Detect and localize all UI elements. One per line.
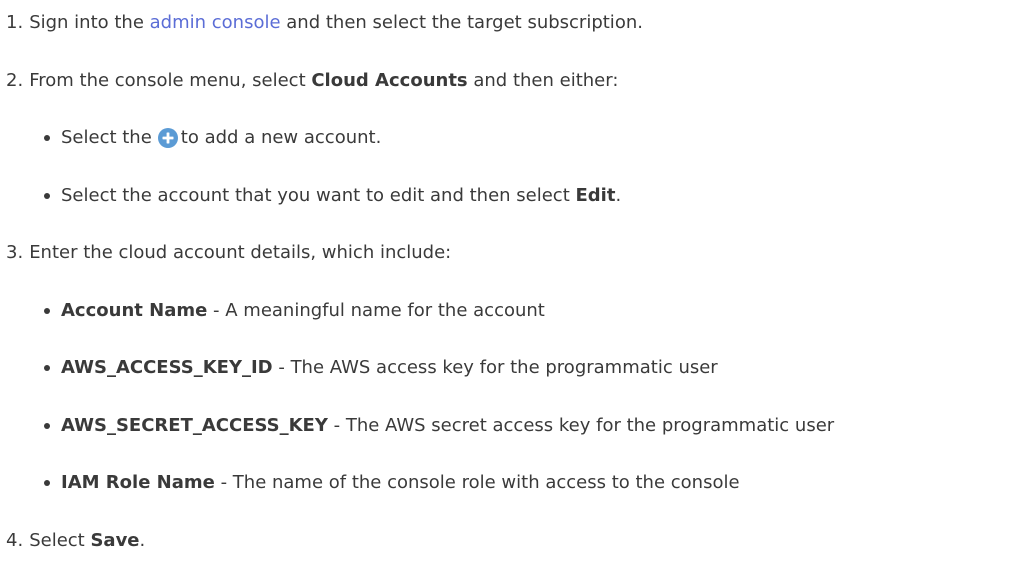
field-description: - A meaningful name for the account	[207, 300, 545, 322]
field-name: AWS_ACCESS_KEY_ID	[61, 357, 273, 379]
step-number: 3.	[6, 242, 24, 264]
step-number: 4.	[6, 530, 24, 552]
edit-label: Edit	[575, 185, 616, 207]
step-text: From the console menu, select	[29, 70, 312, 92]
bullet	[44, 423, 50, 429]
step-3-subitem-2: AWS_ACCESS_KEY_ID - The AWS access key f…	[44, 355, 718, 381]
step-2-subitem-1: Select the to add a new account.	[44, 125, 381, 151]
plus-circle-icon	[157, 128, 178, 148]
bullet	[44, 193, 50, 199]
step-3-subitem-1: Account Name - A meaningful name for the…	[44, 298, 545, 324]
step-number: 2.	[6, 70, 24, 92]
step-4: 4. Select Save .	[6, 528, 145, 554]
field-description: - The AWS secret access key for the prog…	[327, 415, 835, 437]
step-text: Select	[29, 530, 91, 552]
subitem-text: Select the account that you want to edit…	[61, 185, 576, 207]
cloud-accounts-label: Cloud Accounts	[311, 70, 468, 92]
save-label: Save	[90, 530, 140, 552]
step-1: 1. Sign into the admin console and then …	[6, 10, 643, 36]
field-name: IAM Role Name	[61, 472, 215, 494]
subitem-text: to add a new account.	[180, 127, 382, 149]
bullet	[44, 480, 50, 486]
field-name: AWS_SECRET_ACCESS_KEY	[61, 415, 328, 437]
step-text: and then select the target subscription.	[280, 12, 643, 34]
step-3: 3. Enter the cloud account details, whic…	[6, 240, 451, 266]
subitem-text: Select the	[61, 127, 152, 149]
bullet	[44, 308, 50, 314]
field-name: Account Name	[61, 300, 208, 322]
bullet	[44, 365, 50, 371]
step-text: Enter the cloud account details, which i…	[29, 242, 452, 264]
subitem-text: .	[615, 185, 622, 207]
step-number: 1.	[6, 12, 24, 34]
step-2: 2. From the console menu, select Cloud A…	[6, 68, 618, 94]
step-text: and then either:	[467, 70, 619, 92]
step-text: .	[139, 530, 146, 552]
field-description: - The AWS access key for the programmati…	[272, 357, 718, 379]
step-text: Sign into the	[29, 12, 150, 34]
step-3-subitem-3: AWS_SECRET_ACCESS_KEY - The AWS secret a…	[44, 413, 834, 439]
admin-console-link[interactable]: admin console	[150, 12, 281, 34]
bullet	[44, 135, 50, 141]
step-2-subitem-2: Select the account that you want to edit…	[44, 183, 621, 209]
instructions-document: 1. Sign into the admin console and then …	[0, 0, 1016, 581]
field-description: - The name of the console role with acce…	[214, 472, 740, 494]
step-3-subitem-4: IAM Role Name - The name of the console …	[44, 470, 740, 496]
